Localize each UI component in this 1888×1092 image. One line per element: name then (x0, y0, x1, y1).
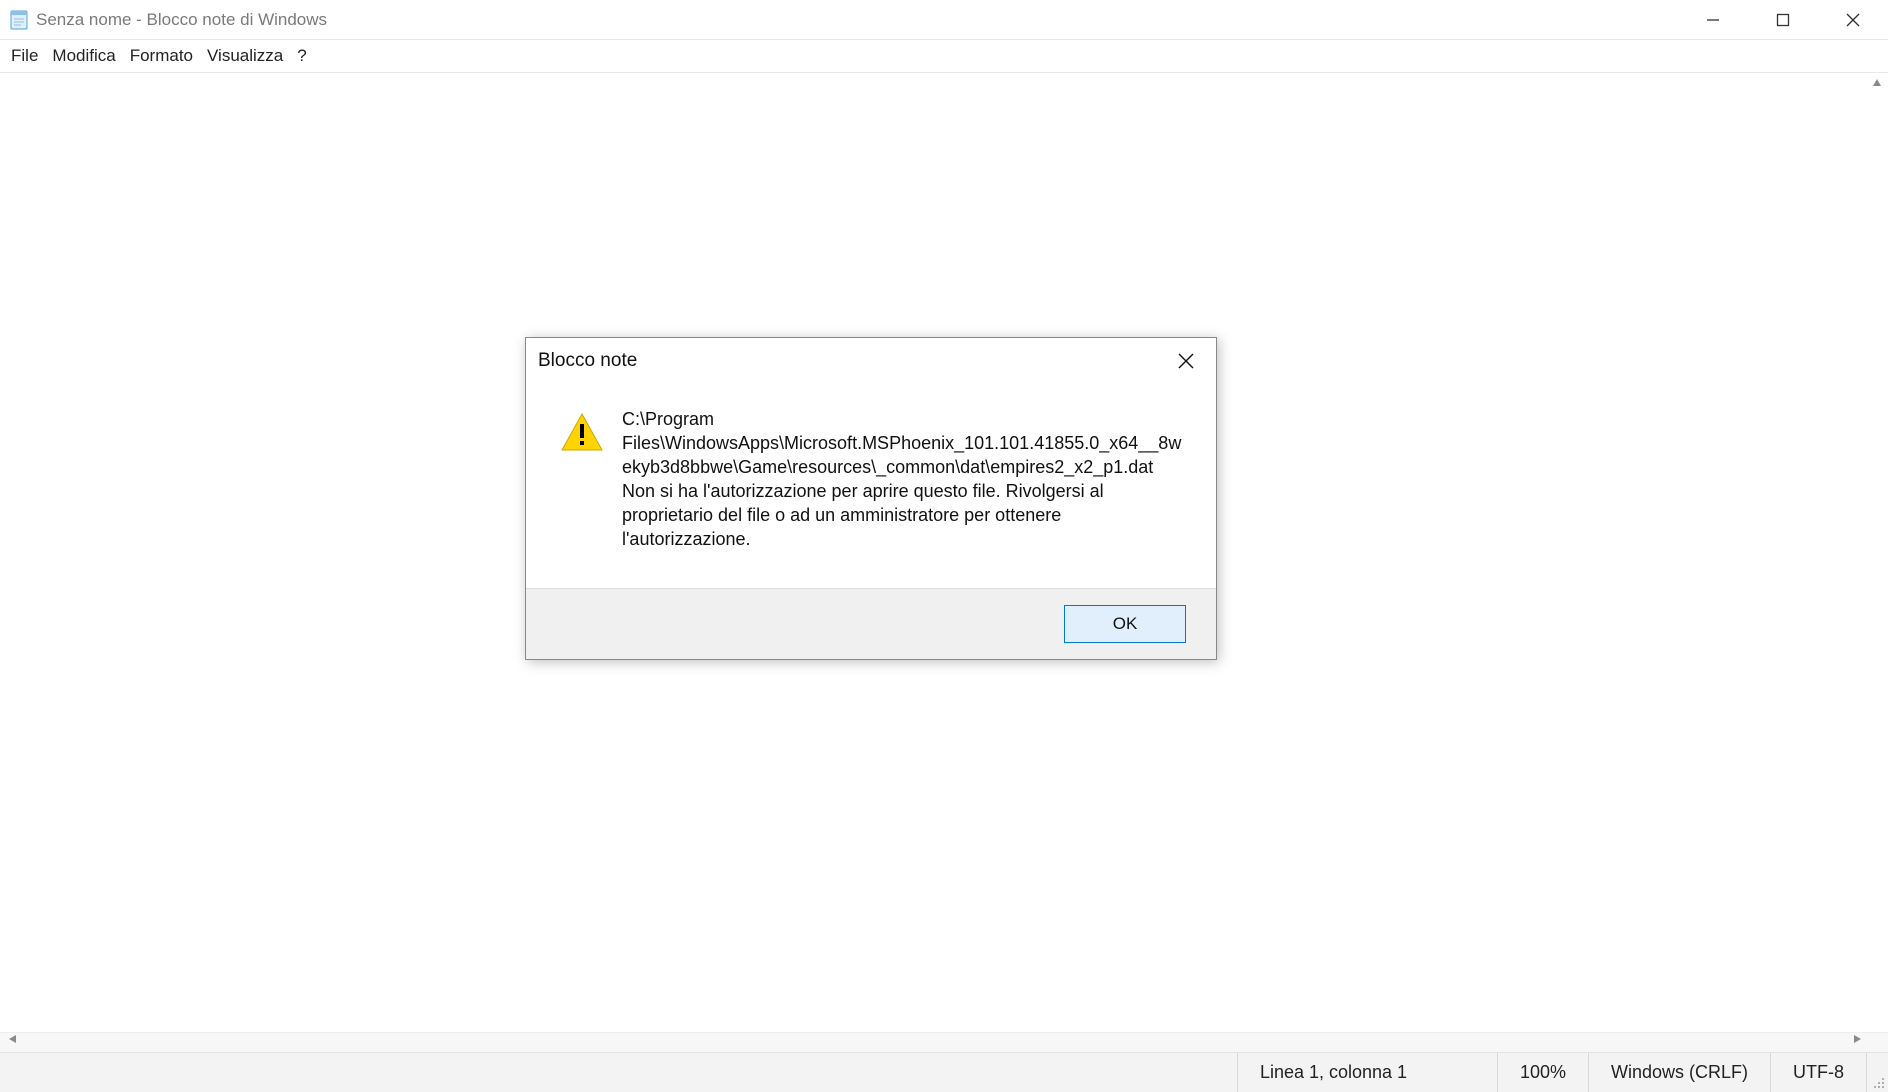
maximize-button[interactable] (1748, 0, 1818, 39)
resize-grip[interactable] (1866, 1053, 1888, 1092)
menu-help[interactable]: ? (290, 42, 313, 70)
minimize-button[interactable] (1678, 0, 1748, 39)
notepad-icon (8, 9, 30, 31)
horizontal-scrollbar[interactable] (0, 1032, 1888, 1052)
close-button[interactable] (1818, 0, 1888, 39)
dialog-close-button[interactable] (1168, 343, 1204, 379)
status-position: Linea 1, colonna 1 (1237, 1053, 1497, 1092)
status-spacer (0, 1053, 1237, 1092)
warning-icon (560, 408, 604, 552)
ok-button[interactable]: OK (1064, 605, 1186, 643)
titlebar: Senza nome - Blocco note di Windows (0, 0, 1888, 40)
scroll-up-icon[interactable] (1868, 74, 1886, 92)
window-title: Senza nome - Blocco note di Windows (36, 10, 327, 30)
dialog-titlebar: Blocco note (526, 338, 1216, 384)
scroll-left-icon[interactable] (4, 1030, 22, 1048)
status-encoding: UTF-8 (1770, 1053, 1866, 1092)
status-zoom: 100% (1497, 1053, 1588, 1092)
menu-format[interactable]: Formato (123, 42, 200, 70)
status-lineend: Windows (CRLF) (1588, 1053, 1770, 1092)
menu-edit[interactable]: Modifica (45, 42, 122, 70)
statusbar: Linea 1, colonna 1 100% Windows (CRLF) U… (0, 1052, 1888, 1092)
window-controls (1678, 0, 1888, 39)
menubar: File Modifica Formato Visualizza ? (0, 40, 1888, 73)
menu-file[interactable]: File (4, 42, 45, 70)
dialog-message: C:\Program Files\WindowsApps\Microsoft.M… (622, 408, 1188, 552)
dialog-button-row: OK (526, 588, 1216, 659)
dialog-body: C:\Program Files\WindowsApps\Microsoft.M… (526, 384, 1216, 588)
menu-view[interactable]: Visualizza (200, 42, 290, 70)
error-dialog: Blocco note C:\Program Files\WindowsApps… (525, 337, 1217, 660)
dialog-title: Blocco note (538, 350, 637, 372)
scroll-right-icon[interactable] (1848, 1030, 1866, 1048)
